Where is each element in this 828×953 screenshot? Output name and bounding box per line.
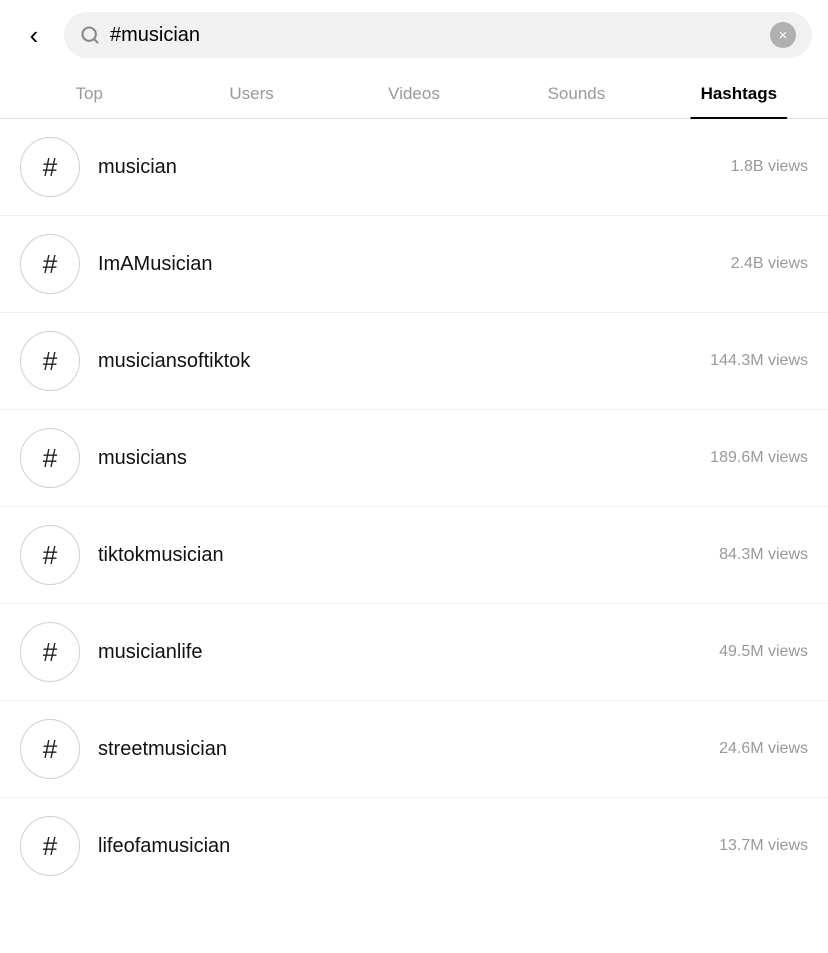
hashtag-symbol: # [43, 831, 57, 862]
back-icon: ‹ [30, 22, 39, 48]
hashtag-circle: # [20, 525, 80, 585]
hashtag-name: tiktokmusician [98, 544, 719, 567]
tab-videos[interactable]: Videos [333, 70, 495, 118]
hashtag-name: streetmusician [98, 738, 719, 761]
tabs-container: Top Users Videos Sounds Hashtags [0, 70, 828, 119]
hashtag-name: ImAMusician [98, 253, 731, 276]
hashtag-symbol: # [43, 637, 57, 668]
hashtag-name: musician [98, 156, 731, 179]
hashtag-symbol: # [43, 443, 57, 474]
hashtag-item[interactable]: # musiciansoftiktok 144.3M views [0, 313, 828, 410]
hashtag-item[interactable]: # musicians 189.6M views [0, 410, 828, 507]
hashtag-item[interactable]: # musicianlife 49.5M views [0, 604, 828, 701]
hashtag-circle: # [20, 622, 80, 682]
hashtag-list: # musician 1.8B views # ImAMusician 2.4B… [0, 119, 828, 894]
hashtag-circle: # [20, 234, 80, 294]
tab-top[interactable]: Top [8, 70, 170, 118]
hashtag-symbol: # [43, 346, 57, 377]
hashtag-symbol: # [43, 540, 57, 571]
hashtag-symbol: # [43, 734, 57, 765]
hashtag-symbol: # [43, 152, 57, 183]
hashtag-views: 49.5M views [719, 643, 808, 661]
tab-hashtags[interactable]: Hashtags [658, 70, 820, 118]
hashtag-name: musiciansoftiktok [98, 350, 710, 373]
hashtag-item[interactable]: # ImAMusician 2.4B views [0, 216, 828, 313]
hashtag-views: 13.7M views [719, 837, 808, 855]
hashtag-symbol: # [43, 249, 57, 280]
hashtag-views: 2.4B views [731, 255, 808, 273]
clear-icon: × [779, 28, 788, 43]
hashtag-views: 24.6M views [719, 740, 808, 758]
hashtag-item[interactable]: # streetmusician 24.6M views [0, 701, 828, 798]
hashtag-item[interactable]: # lifeofamusician 13.7M views [0, 798, 828, 894]
search-icon [80, 25, 100, 45]
search-input-wrapper: × [64, 12, 812, 58]
back-button[interactable]: ‹ [16, 17, 52, 53]
hashtag-item[interactable]: # musician 1.8B views [0, 119, 828, 216]
tab-sounds[interactable]: Sounds [495, 70, 657, 118]
hashtag-circle: # [20, 816, 80, 876]
hashtag-circle: # [20, 331, 80, 391]
hashtag-views: 144.3M views [710, 352, 808, 370]
hashtag-name: musicianlife [98, 641, 719, 664]
hashtag-views: 1.8B views [731, 158, 808, 176]
hashtag-name: lifeofamusician [98, 835, 719, 858]
hashtag-circle: # [20, 137, 80, 197]
tab-users[interactable]: Users [170, 70, 332, 118]
search-input[interactable] [110, 24, 760, 47]
clear-button[interactable]: × [770, 22, 796, 48]
hashtag-circle: # [20, 428, 80, 488]
search-bar-container: ‹ × [0, 0, 828, 70]
hashtag-name: musicians [98, 447, 710, 470]
hashtag-views: 189.6M views [710, 449, 808, 467]
hashtag-item[interactable]: # tiktokmusician 84.3M views [0, 507, 828, 604]
hashtag-views: 84.3M views [719, 546, 808, 564]
hashtag-circle: # [20, 719, 80, 779]
